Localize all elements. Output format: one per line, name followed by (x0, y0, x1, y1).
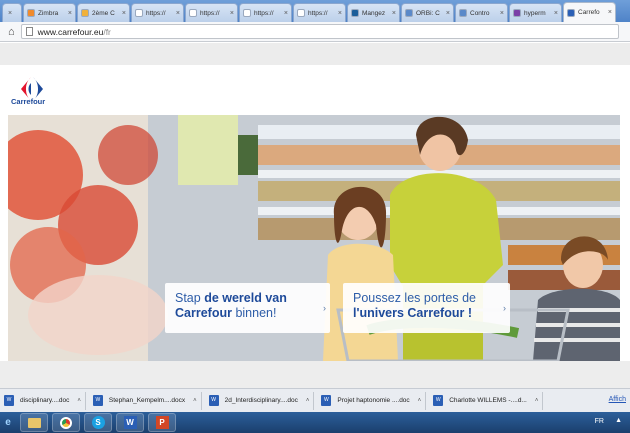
address-bar: ⌂ www.carrefour.eu/fr (0, 22, 630, 42)
language-indicator[interactable]: FR (595, 418, 604, 425)
tab-label: Mangez (362, 9, 386, 17)
top-gray-strip (0, 43, 630, 65)
cta-dutch-bold1: de wereld van (204, 291, 287, 305)
powerpoint-icon[interactable]: P (148, 413, 176, 432)
close-tab-icon[interactable]: × (122, 10, 126, 17)
word-doc-icon: W (208, 395, 219, 406)
skype-icon[interactable]: S (84, 413, 112, 432)
cta-french-bold2: l'univers Carrefour ! (353, 306, 472, 320)
chevron-right-icon: › (323, 303, 326, 313)
tab-label: hyperm (524, 9, 546, 17)
explorer-folder-icon[interactable] (20, 413, 48, 432)
tab-favicon-icon (81, 9, 89, 17)
download-item[interactable]: W Stephan_Kempelm....docx ˄ (89, 391, 202, 410)
download-item[interactable]: W 2d_Interdisciplinary....doc ˄ (205, 391, 315, 410)
word-doc-icon: W (433, 395, 444, 406)
show-all-downloads-link[interactable]: Affich (609, 396, 626, 403)
url-input[interactable]: www.carrefour.eu/fr (20, 24, 619, 39)
browser-tab[interactable]: ORBi: C × (401, 3, 454, 22)
download-item[interactable]: W Charlotte WILLEMS -....d... ˄ (429, 391, 544, 410)
home-icon[interactable]: ⌂ (8, 26, 15, 38)
download-filename: Stephan_Kempelm....docx (108, 397, 186, 404)
cta-dutch-line2: binnen! (231, 306, 277, 320)
close-tab-icon[interactable]: × (392, 10, 396, 17)
close-tab-icon[interactable]: × (68, 10, 72, 17)
tray-arrow-icon[interactable]: ▲ (615, 417, 622, 424)
download-menu-caret-icon[interactable]: ˄ (77, 398, 81, 404)
tab-favicon-icon (405, 9, 413, 17)
tab-strip: × Zimbra × 2ème C × https://× https://× https:/… (0, 0, 630, 22)
download-menu-caret-icon[interactable]: ˄ (306, 398, 310, 404)
download-filename: 2d_Interdisciplinary....doc (224, 397, 298, 404)
tab-label: https:// (200, 9, 220, 17)
word-icon[interactable]: W (116, 413, 144, 432)
tab-label: https:// (308, 9, 328, 17)
tab-favicon-icon (189, 9, 197, 17)
tab-favicon-icon (27, 9, 35, 17)
tab-label: https:// (254, 9, 274, 17)
close-tab-icon[interactable]: × (446, 10, 450, 17)
download-menu-caret-icon[interactable]: ˄ (193, 398, 197, 404)
tab-label: https:// (146, 9, 166, 17)
browser-tab[interactable]: hyperm × (509, 3, 562, 22)
close-tab-icon[interactable]: × (230, 10, 234, 17)
browser-window: × Zimbra × 2ème C × https://× https://× https:/… (0, 0, 630, 433)
cta-french-line1: Poussez les portes de (353, 291, 476, 305)
download-menu-caret-icon[interactable]: ˄ (418, 398, 422, 404)
download-menu-caret-icon[interactable]: ˄ (535, 398, 539, 404)
cta-french[interactable]: Poussez les portes de l'univers Carrefou… (343, 283, 510, 333)
browser-tab[interactable]: Contro × (455, 3, 508, 22)
tab-favicon-icon (351, 9, 359, 17)
url-host: www.carrefour.eu (37, 26, 104, 37)
tab-favicon-icon (135, 9, 143, 17)
tab-label: Contro (470, 9, 490, 17)
browser-tab[interactable]: https:// × (293, 3, 346, 22)
download-item[interactable]: W Projet haptonomie ....doc ˄ (317, 391, 427, 410)
tab-favicon-icon (567, 8, 575, 17)
logo-text: Carrefour (11, 97, 46, 106)
os-taskbar: e S W P FR ▲ (0, 412, 630, 433)
browser-tab[interactable]: https:// × (131, 3, 184, 22)
download-bar: Wdisciplinary....doc ˄ W Stephan_Kempelm...… (0, 388, 630, 412)
browser-tab[interactable]: Mangez × (347, 3, 400, 22)
cta-dutch-line1: Stap (175, 291, 205, 305)
browser-tab[interactable]: https:// × (239, 3, 292, 22)
close-tab-icon[interactable]: × (500, 10, 504, 17)
close-tab-icon[interactable]: × (176, 10, 180, 17)
word-doc-icon: W (4, 395, 14, 406)
page-icon (25, 27, 33, 36)
browser-tab[interactable]: Zimbra × (23, 3, 76, 22)
chevron-right-icon: › (503, 303, 506, 313)
download-filename: Projet haptonomie ....doc (337, 397, 410, 404)
download-item[interactable]: Wdisciplinary....doc ˄ (0, 391, 86, 410)
tab-favicon-icon (297, 9, 305, 17)
ie-icon[interactable]: e (0, 413, 16, 432)
download-filename: Charlotte WILLEMS -....d... (449, 397, 527, 404)
tab-favicon-icon (459, 9, 467, 17)
cta-dutch-bold2: Carrefour (175, 306, 232, 320)
close-tab-icon[interactable]: × (554, 10, 558, 17)
tab-label: 2ème C (92, 9, 115, 17)
tab-label: Carrefo (578, 9, 600, 16)
url-path: /fr (103, 26, 111, 37)
browser-tab[interactable]: × (2, 3, 22, 22)
close-tab-icon[interactable]: × (608, 9, 612, 16)
browser-tab[interactable]: https:// × (185, 3, 238, 22)
chrome-icon[interactable] (52, 413, 80, 432)
word-doc-icon: W (92, 395, 103, 406)
cta-dutch[interactable]: Stap de wereld van Carrefour binnen! › (165, 283, 330, 333)
browser-tab[interactable]: Carrefo × (563, 2, 616, 22)
close-tab-icon[interactable]: × (8, 10, 12, 17)
word-doc-icon: W (321, 395, 332, 406)
browser-tab[interactable]: 2ème C × (77, 3, 130, 22)
close-tab-icon[interactable]: × (284, 10, 288, 17)
download-filename: disciplinary....doc (20, 397, 70, 404)
tab-favicon-icon (513, 9, 521, 17)
tab-favicon-icon (243, 9, 251, 17)
close-tab-icon[interactable]: × (338, 10, 342, 17)
tab-label: Zimbra (38, 9, 59, 17)
tab-label: ORBi: C (416, 9, 440, 17)
page-footer-area (0, 361, 630, 388)
